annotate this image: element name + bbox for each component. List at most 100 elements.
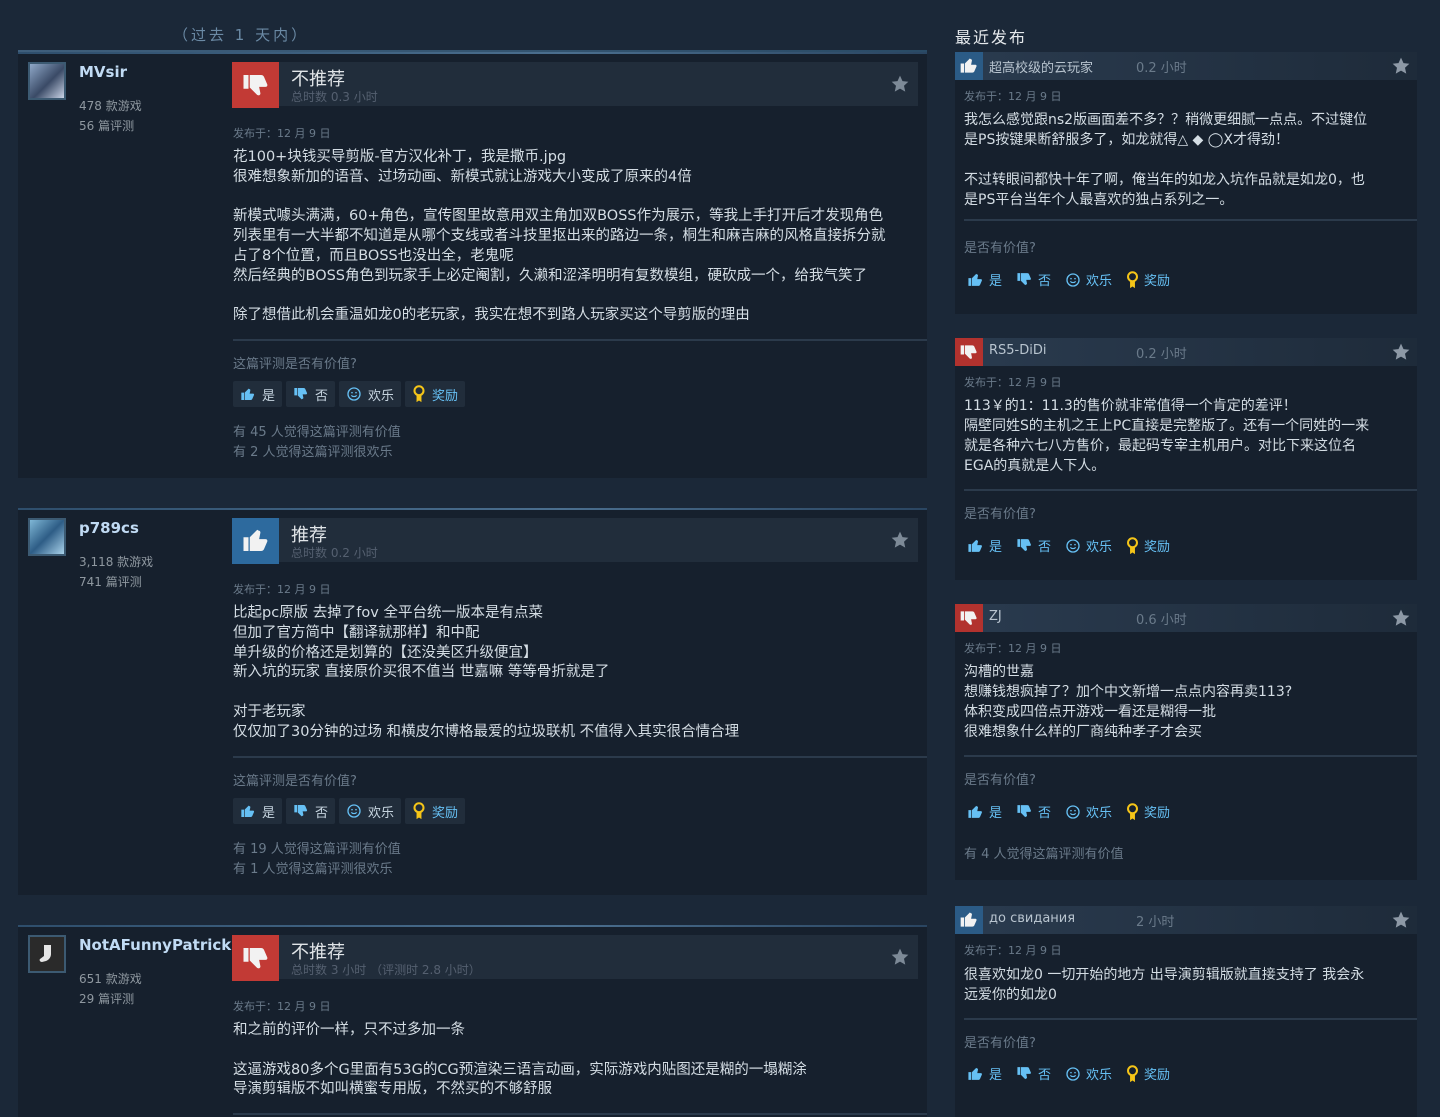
vote-yes-label: 是 xyxy=(989,806,1003,821)
vote-no-button[interactable]: 否 xyxy=(286,381,336,407)
vote-yes-button[interactable]: 是 xyxy=(967,536,1002,555)
review-line: 就是各种六七八方售价，最起码专宰主机用户。对比下来这位名 xyxy=(964,438,1356,454)
award-button[interactable]: 奖励 xyxy=(1126,1064,1170,1083)
award-button[interactable]: 奖励 xyxy=(1126,802,1170,821)
recent-title: 最近发布 xyxy=(955,28,1028,47)
review-content: 比起pc原版 去掉了fov 全平台统一版本是有点菜 但加了官方简中【翻译就那样】… xyxy=(233,604,919,743)
vote-funny-button[interactable]: 欢乐 xyxy=(339,381,402,407)
author-reviews-count[interactable]: 56 篇评测 xyxy=(79,117,134,134)
avatar[interactable] xyxy=(28,62,66,100)
vote-funny-button[interactable]: 欢乐 xyxy=(1065,270,1112,289)
author-name[interactable]: MVsir xyxy=(79,63,127,81)
review-content: 花100+块钱买导剪版-官方汉化补丁，我是撒币.jpg 很难想象新加的语音、过场… xyxy=(233,148,919,326)
review-line: 113￥的1：11.3的售价就非常值得一个肯定的差评！ xyxy=(964,398,1297,414)
award-icon xyxy=(1127,270,1139,288)
vote-yes-label: 是 xyxy=(989,1068,1003,1083)
helpful-question: 是否有价值? xyxy=(964,241,1036,256)
reviewer-name[interactable]: 超高校级的云玩家 xyxy=(989,57,1093,76)
vote-no-label: 否 xyxy=(1038,806,1052,821)
review-stats: 有 19 人觉得这篇评测有价值 有 1 人觉得这篇评测很欢乐 xyxy=(233,840,401,880)
author-reviews-count[interactable]: 29 篇评测 xyxy=(79,990,134,1007)
vote-yes-button[interactable]: 是 xyxy=(233,798,283,824)
posted-date: 发布于：12 月 9 日 xyxy=(964,944,1062,957)
author-games-count[interactable]: 651 款游戏 xyxy=(79,970,142,987)
review-line: 新入坑的玩家 直接原价买很不值当 世嘉嘛 等等骨折就是了 xyxy=(233,664,610,681)
posted-date: 发布于：12 月 9 日 xyxy=(233,1000,331,1013)
vote-no-button[interactable]: 否 xyxy=(286,798,336,824)
author-name[interactable]: p789cs xyxy=(79,519,139,537)
review-verdict-bar[interactable]: 不推荐 总时数 0.3 小时 xyxy=(232,62,918,108)
funny-count: 有 2 人觉得这篇评测很欢乐 xyxy=(233,445,393,460)
author-games-count[interactable]: 3,118 款游戏 xyxy=(79,553,153,570)
recent-review-header[interactable]: RS5-DiDi 0.2 小时 xyxy=(955,338,1417,366)
smiley-icon xyxy=(347,387,361,401)
thumbs-down-icon xyxy=(1017,1067,1031,1080)
thumbs-down-icon xyxy=(294,388,308,400)
recent-review-header[interactable]: до свидания 2 小时 xyxy=(955,906,1417,934)
vote-yes-label: 是 xyxy=(262,388,276,404)
award-button[interactable]: 奖励 xyxy=(1126,270,1170,289)
vote-no-button[interactable]: 否 xyxy=(1016,1064,1051,1083)
thumbs-up-icon xyxy=(955,906,983,934)
vote-yes-button[interactable]: 是 xyxy=(967,270,1002,289)
award-label: 奖励 xyxy=(1144,540,1171,555)
avatar[interactable] xyxy=(28,518,66,556)
playtime-label: 0.2 小时 xyxy=(1136,347,1187,362)
review-card: MVsir 478 款游戏 56 篇评测 不推荐 总时数 0.3 小时 发布于：… xyxy=(18,52,927,478)
star-icon[interactable] xyxy=(1391,342,1411,366)
star-icon[interactable] xyxy=(1391,910,1411,934)
vote-no-button[interactable]: 否 xyxy=(1016,270,1051,289)
review-line: 占了8个位置，而且BOSS也没出全，老鬼呢 xyxy=(233,247,514,264)
award-icon xyxy=(1127,536,1139,554)
review-line: 很喜欢如龙0 一切开始的地方 出导演剪辑版就直接支持了 我会永 xyxy=(964,967,1365,983)
review-verdict-bar[interactable]: 推荐 总时数 0.2 小时 xyxy=(232,518,918,564)
star-icon[interactable] xyxy=(1391,608,1411,632)
star-icon[interactable] xyxy=(890,74,910,98)
thumbs-down-icon xyxy=(955,604,983,632)
vote-funny-label: 欢乐 xyxy=(1086,1068,1113,1083)
recent-review-header[interactable]: ZJ 0.6 小时 xyxy=(955,604,1417,632)
playtime-label: 2 小时 xyxy=(1136,915,1175,930)
helpful-question: 是否有价值? xyxy=(964,773,1036,788)
vote-funny-button[interactable]: 欢乐 xyxy=(1065,1064,1112,1083)
avatar[interactable] xyxy=(28,935,66,973)
vote-no-label: 否 xyxy=(1038,1068,1052,1083)
star-icon[interactable] xyxy=(1391,56,1411,80)
vote-no-button[interactable]: 否 xyxy=(1016,536,1051,555)
vote-yes-button[interactable]: 是 xyxy=(233,381,283,407)
award-button[interactable]: 奖励 xyxy=(1126,536,1170,555)
star-icon[interactable] xyxy=(890,530,910,554)
thumbs-up-icon xyxy=(232,518,279,564)
reviewer-name[interactable]: RS5-DiDi xyxy=(989,343,1047,358)
review-line: 比起pc原版 去掉了fov 全平台统一版本是有点菜 xyxy=(233,605,543,621)
author-reviews-count[interactable]: 741 篇评测 xyxy=(79,573,142,590)
content-divider xyxy=(964,1018,1417,1020)
content-divider xyxy=(233,339,927,341)
award-icon xyxy=(413,802,425,820)
posted-date: 发布于：12 月 9 日 xyxy=(964,642,1062,655)
posted-date: 发布于：12 月 9 日 xyxy=(233,127,331,140)
thumbs-down-icon xyxy=(1017,273,1031,286)
star-icon[interactable] xyxy=(890,947,910,971)
recent-review-header[interactable]: 超高校级的云玩家 0.2 小时 xyxy=(955,52,1417,80)
vote-funny-button[interactable]: 欢乐 xyxy=(339,798,402,824)
content-divider xyxy=(233,756,927,758)
vote-funny-label: 欢乐 xyxy=(368,805,395,821)
author-games-count[interactable]: 478 款游戏 xyxy=(79,97,142,114)
vote-no-button[interactable]: 否 xyxy=(1016,802,1051,821)
review-line: 对于老玩家 xyxy=(233,703,306,720)
reviewer-name[interactable]: ZJ xyxy=(989,609,1002,624)
vote-funny-button[interactable]: 欢乐 xyxy=(1065,536,1112,555)
review-verdict-bar[interactable]: 不推荐 总时数 3 小时 （评测时 2.8 小时） xyxy=(232,935,918,981)
review-line: 很难想象什么样的厂商纯种孝子才会买 xyxy=(964,724,1202,740)
vote-yes-button[interactable]: 是 xyxy=(967,1064,1002,1083)
award-button[interactable]: 奖励 xyxy=(405,798,466,824)
vote-yes-label: 是 xyxy=(989,540,1003,555)
award-button[interactable]: 奖励 xyxy=(405,381,466,407)
vote-yes-button[interactable]: 是 xyxy=(967,802,1002,821)
vote-button-row: 是 否 欢乐 奖励 xyxy=(967,270,1170,289)
recent-review-card: RS5-DiDi 0.2 小时 发布于：12 月 9 日 113￥的1：11.3… xyxy=(955,338,1417,580)
reviewer-name[interactable]: до свидания xyxy=(989,911,1075,926)
vote-funny-button[interactable]: 欢乐 xyxy=(1065,802,1112,821)
review-line: 隔壁同姓S的主机之王上PC直接是完整版了。还有一个同姓的一来 xyxy=(964,418,1370,434)
